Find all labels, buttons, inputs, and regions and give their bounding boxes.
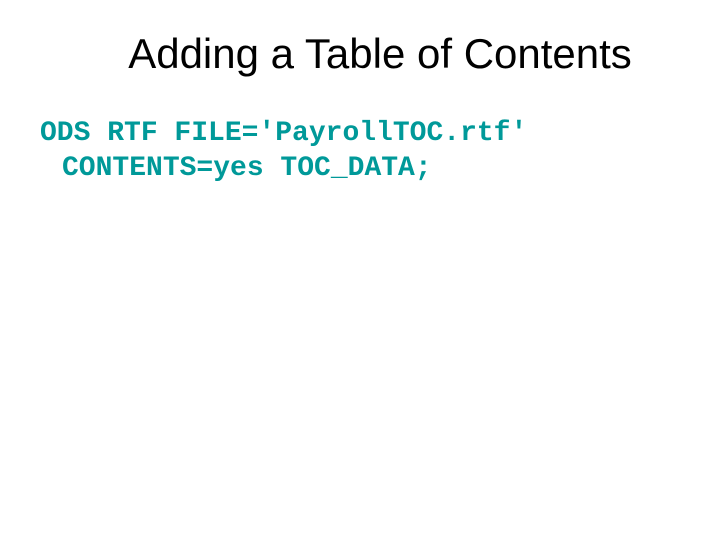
code-block: ODS RTF FILE='PayrollTOC.rtf' CONTENTS=y… [40,116,680,186]
slide-title: Adding a Table of Contents [80,30,680,78]
code-line-1: ODS RTF FILE='PayrollTOC.rtf' [40,118,527,149]
code-line-2: CONTENTS=yes TOC_DATA; [62,153,432,184]
slide-container: Adding a Table of Contents ODS RTF FILE=… [0,0,720,540]
